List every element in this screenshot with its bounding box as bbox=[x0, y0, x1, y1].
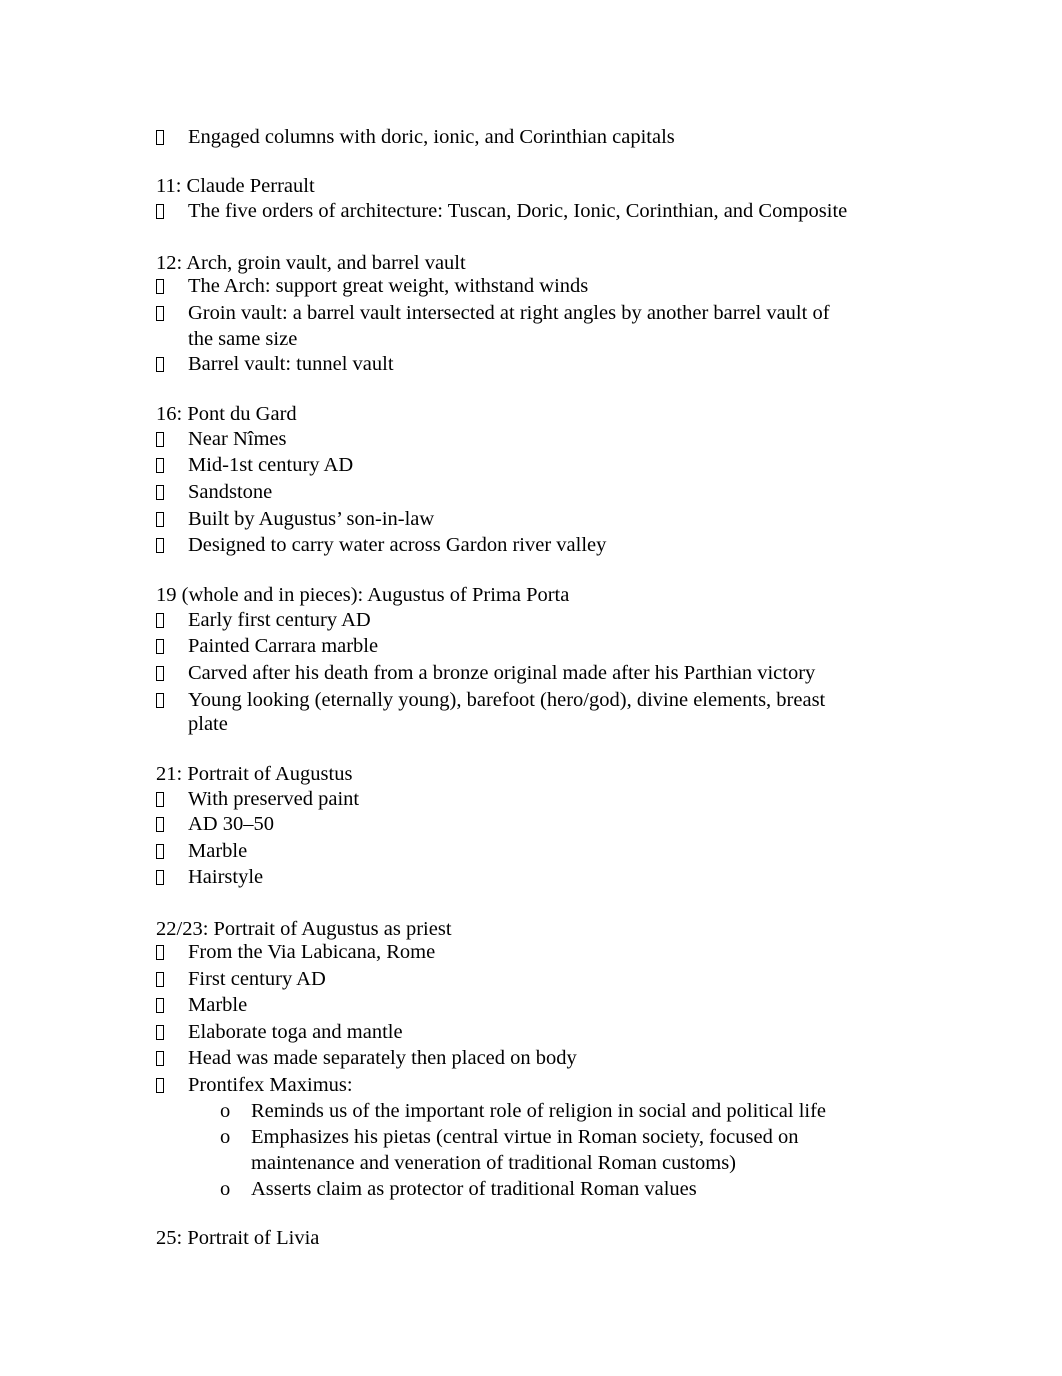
list-item: Engaged columns with doric, ionic, and C… bbox=[188, 126, 675, 148]
list-item: Marble bbox=[188, 840, 248, 862]
section-heading: 16: Pont du Gard bbox=[156, 403, 297, 425]
bullet-icon bbox=[156, 485, 164, 500]
bullet-icon bbox=[156, 639, 164, 654]
bullet-icon bbox=[156, 972, 164, 987]
sub-list-item-continuation: maintenance and veneration of traditiona… bbox=[251, 1152, 737, 1174]
list-item: Barrel vault: tunnel vault bbox=[188, 353, 394, 375]
list-item: The Arch: support great weight, withstan… bbox=[188, 275, 589, 297]
bullet-icon bbox=[156, 792, 164, 807]
list-item: Hairstyle bbox=[188, 866, 264, 888]
bullet-icon bbox=[156, 1051, 164, 1066]
sub-list-item: Reminds us of the important role of reli… bbox=[251, 1100, 827, 1122]
bullet-icon bbox=[156, 512, 164, 527]
list-item: With preserved paint bbox=[188, 788, 360, 810]
list-item-continuation: plate bbox=[188, 713, 228, 735]
bullet-icon bbox=[156, 538, 164, 553]
section-heading: 25: Portrait of Livia bbox=[156, 1227, 320, 1249]
list-item: Designed to carry water across Gardon ri… bbox=[188, 534, 607, 556]
list-item: The five orders of architecture: Tuscan,… bbox=[188, 200, 848, 222]
list-item: First century AD bbox=[188, 968, 326, 990]
list-item-continuation: the same size bbox=[188, 328, 298, 350]
list-item: Carved after his death from a bronze ori… bbox=[188, 662, 816, 684]
sub-bullet-marker: o bbox=[220, 1178, 231, 1200]
list-item: AD 30–50 bbox=[188, 813, 274, 835]
section-heading: 21: Portrait of Augustus bbox=[156, 763, 353, 785]
list-item: Prontifex Maximus: bbox=[188, 1074, 353, 1096]
list-item: Groin vault: a barrel vault intersected … bbox=[188, 302, 830, 324]
bullet-icon bbox=[156, 1025, 164, 1040]
bullet-icon bbox=[156, 666, 164, 681]
bullet-icon bbox=[156, 693, 164, 708]
bullet-icon bbox=[156, 870, 164, 885]
bullet-icon bbox=[156, 279, 164, 294]
list-item: Near Nîmes bbox=[188, 428, 287, 450]
section-heading: 22/23: Portrait of Augustus as priest bbox=[156, 918, 452, 940]
list-item: Early first century AD bbox=[188, 609, 371, 631]
bullet-icon bbox=[156, 130, 164, 145]
list-item: Head was made separately then placed on … bbox=[188, 1047, 577, 1069]
bullet-icon bbox=[156, 458, 164, 473]
section-heading: 12: Arch, groin vault, and barrel vault bbox=[156, 252, 466, 274]
list-item: Sandstone bbox=[188, 481, 273, 503]
sub-list-item: Asserts claim as protector of traditiona… bbox=[251, 1178, 697, 1200]
bullet-icon bbox=[156, 1078, 164, 1093]
list-item: Painted Carrara marble bbox=[188, 635, 379, 657]
bullet-icon bbox=[156, 306, 164, 321]
bullet-icon bbox=[156, 998, 164, 1013]
bullet-icon bbox=[156, 844, 164, 859]
section-heading: 19 (whole and in pieces): Augustus of Pr… bbox=[156, 584, 570, 606]
list-item: Young looking (eternally young), barefoo… bbox=[188, 689, 826, 711]
bullet-icon bbox=[156, 945, 164, 960]
section-heading: 11: Claude Perrault bbox=[156, 175, 315, 197]
bullet-icon bbox=[156, 204, 164, 219]
document-page: Engaged columns with doric, ionic, and C… bbox=[0, 0, 1062, 1376]
list-item: Built by Augustus’ son-in-law bbox=[188, 508, 435, 530]
sub-bullet-marker: o bbox=[220, 1126, 231, 1148]
list-item: From the Via Labicana, Rome bbox=[188, 941, 436, 963]
list-item: Marble bbox=[188, 994, 248, 1016]
bullet-icon bbox=[156, 613, 164, 628]
bullet-icon bbox=[156, 357, 164, 372]
list-item: Mid-1st century AD bbox=[188, 454, 354, 476]
sub-bullet-marker: o bbox=[220, 1100, 231, 1122]
sub-list-item: Emphasizes his pietas (central virtue in… bbox=[251, 1126, 799, 1148]
bullet-icon bbox=[156, 432, 164, 447]
list-item: Elaborate toga and mantle bbox=[188, 1021, 403, 1043]
bullet-icon bbox=[156, 817, 164, 832]
